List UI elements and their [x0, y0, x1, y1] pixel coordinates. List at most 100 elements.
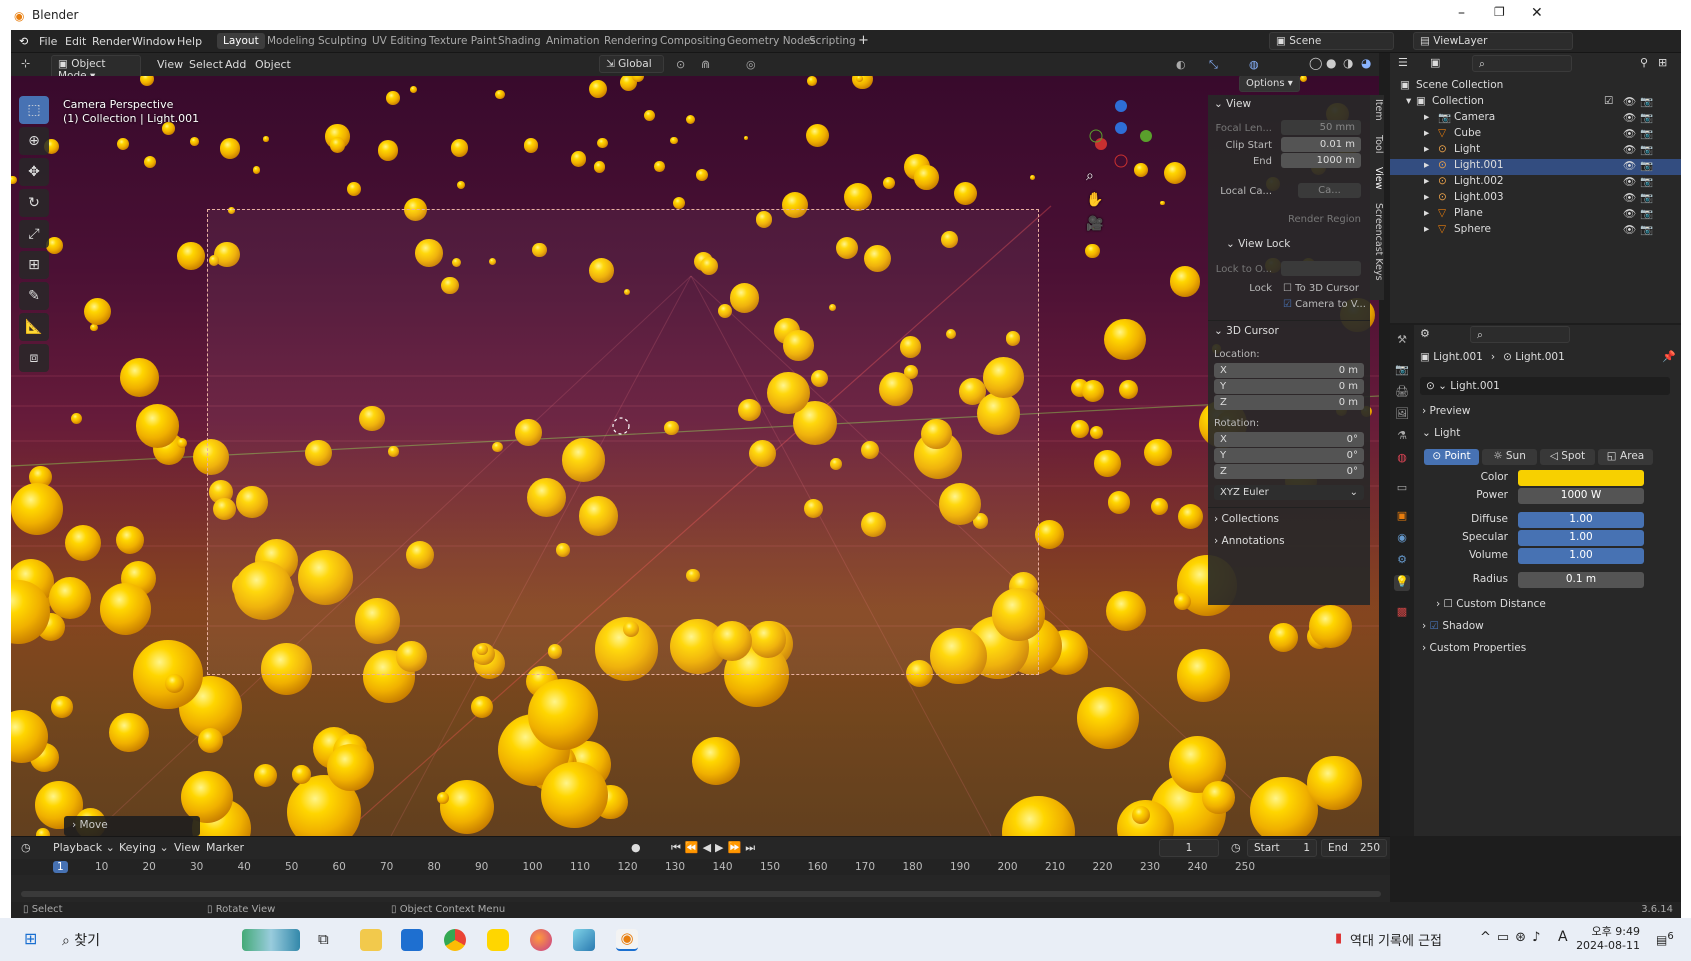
snap-icon[interactable]: ⋒: [701, 58, 710, 71]
blender-menu-icon[interactable]: ⟲: [19, 35, 28, 48]
camera-view-icon[interactable]: 🎥: [1086, 216, 1103, 232]
eye-icon[interactable]: 👁: [1623, 111, 1636, 124]
power-field[interactable]: 1000 W: [1518, 488, 1644, 504]
outliner-row[interactable]: ▸ ⊙ Light.002 👁 📷: [1390, 175, 1681, 191]
outliner-editor-icon[interactable]: ☰: [1398, 56, 1408, 69]
transform-tool[interactable]: ⊞: [19, 251, 49, 279]
scene-tab-icon[interactable]: ⚗: [1394, 429, 1410, 445]
eye-icon[interactable]: 👁: [1623, 143, 1636, 156]
chrome-icon[interactable]: [444, 929, 466, 951]
cursor-section-header[interactable]: ⌄ 3D Cursor: [1214, 325, 1279, 337]
tab-scripting[interactable]: Scripting: [803, 33, 862, 49]
lock-to-cursor-checkbox[interactable]: ☐ To 3D Cursor: [1283, 283, 1359, 294]
collections-section-header[interactable]: › Collections: [1214, 513, 1279, 525]
shadow-panel-header[interactable]: › ☑ Shadow: [1422, 620, 1484, 632]
diffuse-slider[interactable]: 1.00: [1518, 512, 1644, 528]
eye-icon[interactable]: 👁: [1623, 207, 1636, 220]
shading-material-icon[interactable]: ◑: [1343, 56, 1353, 70]
expand-icon[interactable]: ▸: [1424, 175, 1429, 187]
render-tab-icon[interactable]: 📷: [1394, 363, 1410, 379]
close-button[interactable]: ✕: [1531, 5, 1543, 21]
visibility-icon[interactable]: ◐: [1176, 58, 1186, 71]
cursor-loc-z[interactable]: Z 0 m: [1214, 395, 1364, 410]
expand-icon[interactable]: ▸: [1424, 127, 1429, 139]
mail-icon[interactable]: [401, 929, 423, 951]
overlays-icon[interactable]: ◍: [1249, 58, 1259, 71]
expand-icon[interactable]: ▸: [1424, 159, 1429, 171]
gizmo-icon[interactable]: ⤡: [1209, 58, 1218, 72]
tool-tab-icon[interactable]: ⚒: [1394, 333, 1410, 349]
radius-field[interactable]: 0.1 m: [1518, 572, 1644, 588]
playback-controls[interactable]: ⏮⏪◀▶⏩⏭: [671, 841, 759, 855]
current-frame-field[interactable]: 1: [1159, 839, 1219, 857]
scale-tool[interactable]: ⤢: [19, 220, 49, 248]
select-box-tool[interactable]: ⬚: [19, 96, 49, 124]
cursor-rot-x[interactable]: X 0°: [1214, 432, 1364, 447]
menu-file[interactable]: File: [39, 35, 57, 48]
menu-edit[interactable]: Edit: [65, 35, 86, 48]
timeline-menu-view[interactable]: View: [174, 841, 200, 854]
camera-render-icon[interactable]: 📷: [1640, 223, 1653, 236]
outliner-search-input[interactable]: ⌕: [1472, 55, 1572, 72]
pan-hand-icon[interactable]: ✋: [1086, 192, 1103, 208]
tab-animation[interactable]: Animation: [540, 33, 606, 49]
notifications-icon[interactable]: ▤6: [1656, 931, 1674, 947]
minimize-button[interactable]: –: [1458, 5, 1465, 21]
cursor-loc-y[interactable]: Y 0 m: [1214, 379, 1364, 394]
clock-time[interactable]: 오후 9:49: [1580, 923, 1640, 939]
clip-end-field[interactable]: 1000 m: [1281, 153, 1361, 168]
camera-render-icon[interactable]: 📷: [1640, 175, 1653, 188]
camera-render-icon[interactable]: 📷: [1640, 143, 1653, 156]
sidebar-tab-screencast-keys[interactable]: Screencast Keys: [1370, 203, 1384, 281]
shading-rendered-icon[interactable]: ◕: [1361, 56, 1371, 70]
camera-render-icon[interactable]: 📷: [1640, 191, 1653, 204]
light-panel-header[interactable]: ⌄ Light: [1422, 427, 1460, 439]
menu-window[interactable]: Window: [132, 35, 175, 48]
local-camera-field[interactable]: Ca...: [1298, 183, 1361, 198]
task-view-icon[interactable]: ⧉: [318, 930, 329, 948]
record-icon[interactable]: ●: [631, 841, 641, 854]
timeline-editor-icon[interactable]: ◷: [21, 841, 31, 854]
ime-indicator[interactable]: A: [1558, 929, 1568, 945]
properties-search-input[interactable]: ⌕: [1470, 326, 1570, 343]
object-tab-icon[interactable]: ▣: [1394, 509, 1410, 525]
view-layer-tab-icon[interactable]: 🖼: [1394, 407, 1410, 423]
blender-taskbar-icon[interactable]: ◉: [616, 929, 638, 951]
cursor-loc-x[interactable]: X 0 m: [1214, 363, 1364, 378]
rotate-tool[interactable]: ↻: [19, 189, 49, 217]
light-type-point[interactable]: ⊙ Point: [1424, 449, 1479, 465]
outliner-row-scene-collection[interactable]: ▣ Scene Collection: [1390, 79, 1681, 95]
windows-start-icon[interactable]: ⊞: [24, 929, 37, 948]
collection-tab-icon[interactable]: ▭: [1394, 481, 1410, 497]
eye-icon[interactable]: 👁: [1623, 127, 1636, 140]
shading-wireframe-icon[interactable]: ◯: [1309, 56, 1322, 70]
shading-solid-icon[interactable]: ●: [1326, 56, 1336, 70]
camera-render-icon[interactable]: 📷: [1640, 159, 1653, 172]
sidebar-tab-view[interactable]: View: [1370, 167, 1384, 190]
light-datablock-field[interactable]: ⊙ ⌄ Light.001: [1420, 377, 1670, 395]
view-layer-selector[interactable]: ▤ ViewLayer: [1413, 32, 1573, 50]
editor-type-icon[interactable]: ⊹: [21, 57, 30, 70]
measure-tool[interactable]: 📐: [19, 313, 49, 341]
widget-landscape-icon[interactable]: [242, 929, 300, 951]
viewport-menu-add[interactable]: Add: [225, 58, 246, 71]
timeline-scrollbar[interactable]: [21, 891, 1381, 897]
timeline-menu-marker[interactable]: Marker: [206, 841, 244, 854]
specular-slider[interactable]: 1.00: [1518, 530, 1644, 546]
preview-panel-header[interactable]: › Preview: [1422, 405, 1470, 417]
menu-help[interactable]: Help: [177, 35, 202, 48]
eye-icon[interactable]: 👁: [1623, 175, 1636, 188]
expand-icon[interactable]: ▸: [1424, 143, 1429, 155]
viewport-menu-view[interactable]: View: [157, 58, 183, 71]
cursor-tool[interactable]: ⊕: [19, 127, 49, 155]
cursor-rot-z[interactable]: Z 0°: [1214, 464, 1364, 479]
camera-render-icon[interactable]: 📷: [1640, 95, 1653, 108]
eye-icon[interactable]: 👁: [1623, 159, 1636, 172]
lock-camera-to-view-checkbox[interactable]: ☑ Camera to V...: [1283, 299, 1366, 310]
custom-properties-panel-header[interactable]: › Custom Properties: [1422, 642, 1526, 654]
add-cube-tool[interactable]: ⧈: [19, 344, 49, 372]
app-icon[interactable]: [573, 929, 595, 951]
tab-sculpting[interactable]: Sculpting: [312, 33, 373, 49]
sidebar-tab-tool[interactable]: Tool: [1370, 135, 1384, 153]
camera-render-icon[interactable]: 📷: [1640, 127, 1653, 140]
